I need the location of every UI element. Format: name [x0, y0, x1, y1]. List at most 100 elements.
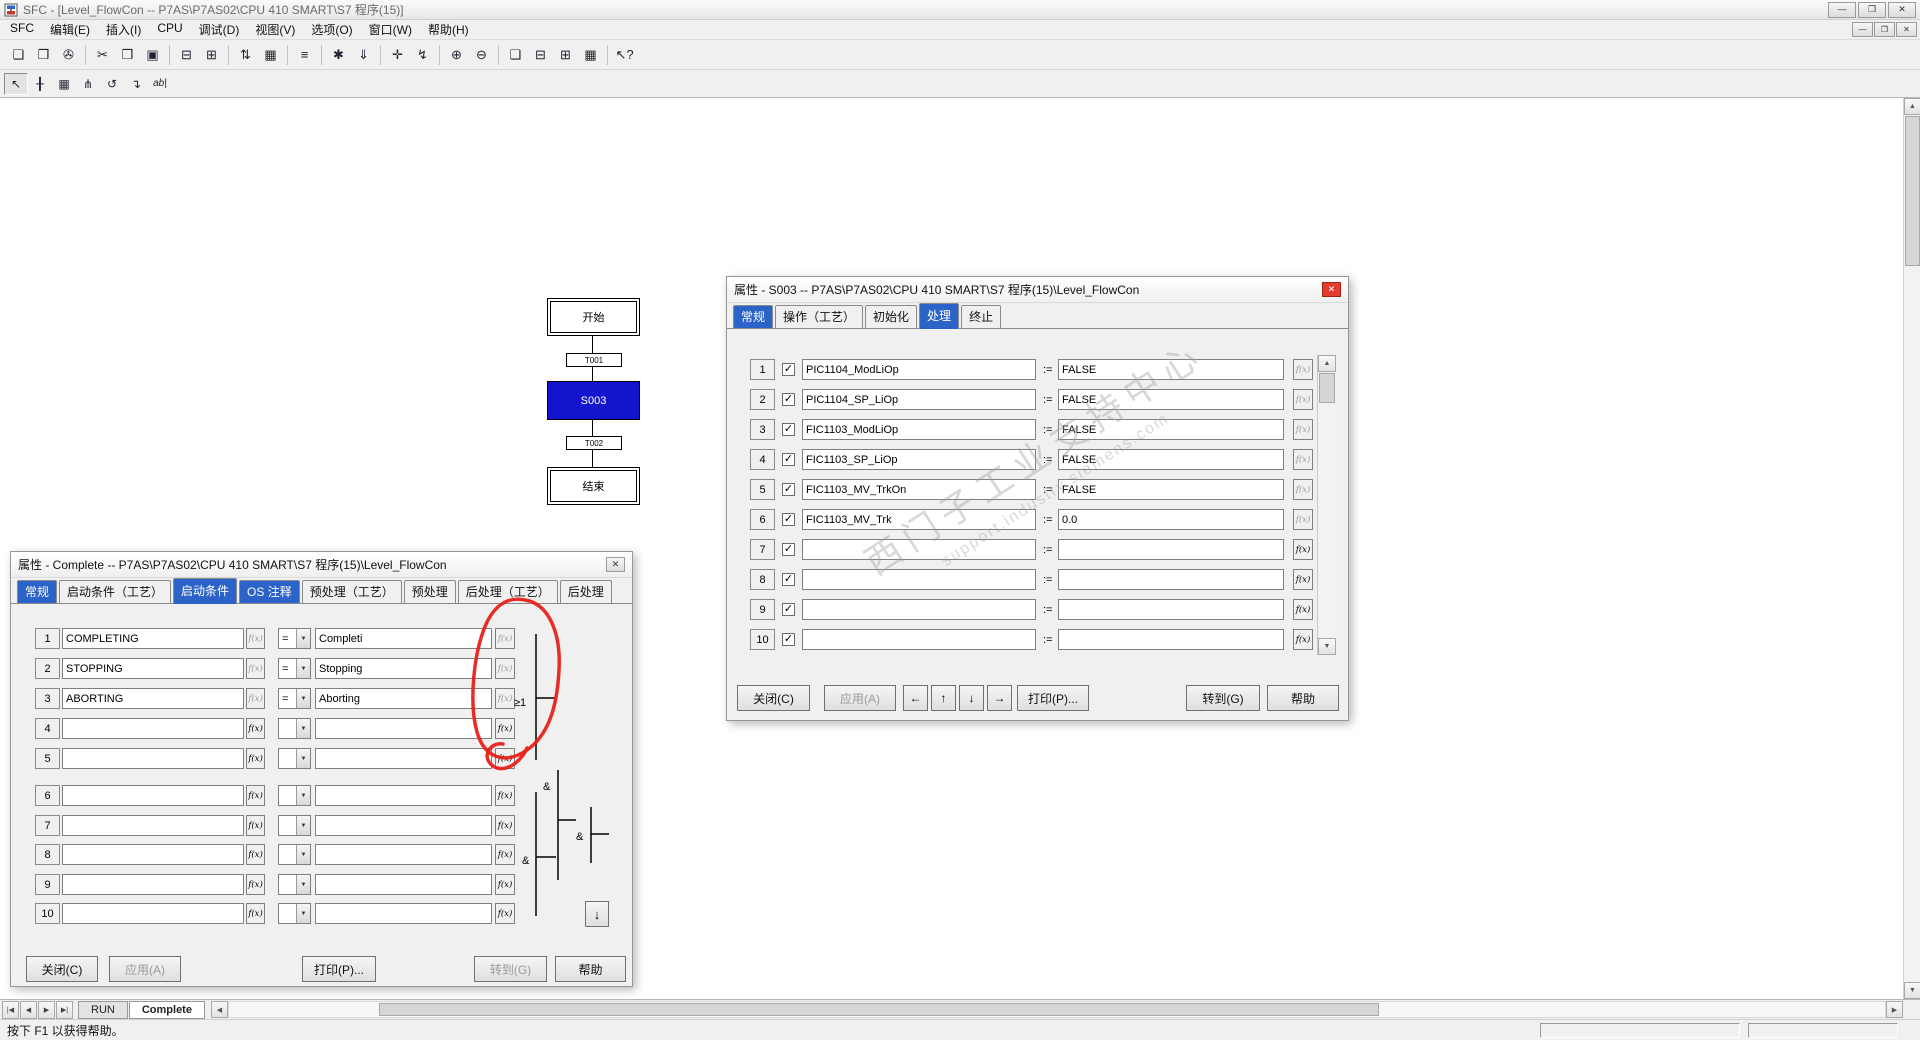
operator-combo[interactable]: ▼ — [278, 815, 311, 836]
close-icon[interactable]: ✕ — [1322, 282, 1341, 297]
condition-right-operand-input[interactable] — [315, 718, 492, 739]
operator-combo[interactable]: ▼ — [278, 718, 311, 739]
statement-value-input[interactable] — [1058, 419, 1284, 440]
row-checkbox[interactable]: ✓ — [782, 423, 795, 436]
condition-fx-button[interactable]: f(x) — [495, 874, 515, 895]
insert-alternative-branch-icon[interactable]: ⋔ — [76, 73, 100, 95]
menu-item[interactable]: 调试(D) — [191, 19, 248, 40]
condition-left-operand-input[interactable] — [62, 844, 244, 865]
scroll-left-button[interactable]: ◀ — [210, 1001, 228, 1018]
mdi-close-button[interactable]: ✕ — [1896, 22, 1917, 37]
row-checkbox[interactable]: ✓ — [782, 453, 795, 466]
condition-right-operand-input[interactable] — [315, 688, 492, 709]
row-checkbox[interactable]: ✓ — [782, 603, 795, 616]
tab-启动条件（工艺）[interactable]: 启动条件（工艺） — [59, 580, 172, 603]
left-operand-fx-button[interactable]: f(x) — [246, 718, 265, 739]
statement-left-operand-input[interactable] — [802, 449, 1036, 470]
scroll-right-button[interactable]: ▶ — [1886, 1001, 1903, 1018]
condition-fx-button[interactable]: f(x) — [495, 785, 515, 806]
context-help-icon[interactable]: ↖? — [612, 43, 637, 67]
operator-combo[interactable]: = ▼ — [278, 658, 311, 679]
condition-fx-button[interactable]: f(x) — [495, 688, 515, 709]
condition-left-operand-input[interactable] — [62, 903, 244, 924]
left-operand-fx-button[interactable]: f(x) — [246, 658, 265, 679]
statement-left-operand-input[interactable] — [802, 359, 1036, 380]
apply-button[interactable]: 应用(A) — [824, 685, 896, 711]
tab-启动条件[interactable]: 启动条件 — [173, 578, 238, 604]
row-checkbox[interactable]: ✓ — [782, 393, 795, 406]
tab-预处理（工艺）[interactable]: 预处理（工艺） — [301, 580, 402, 603]
move-left-button[interactable]: ← — [903, 685, 928, 711]
condition-right-operand-input[interactable] — [315, 815, 492, 836]
condition-left-operand-input[interactable] — [62, 658, 244, 679]
chevron-down-icon[interactable]: ▼ — [296, 845, 310, 864]
minimize-button[interactable]: — — [1828, 1, 1856, 18]
chevron-down-icon[interactable]: ▼ — [296, 659, 310, 678]
horizontal-scrollbar[interactable]: ◀ ▶ — [210, 1001, 1903, 1019]
tab-常规[interactable]: 常规 — [17, 580, 58, 603]
statement-fx-button[interactable]: f(x) — [1293, 389, 1313, 410]
condition-right-operand-input[interactable] — [315, 658, 492, 679]
close-button[interactable]: ✕ — [1888, 1, 1916, 18]
run-sequence-icon[interactable]: ⇅ — [233, 43, 258, 67]
tab-操作（工艺）[interactable]: 操作（工艺） — [775, 305, 864, 328]
statement-fx-button[interactable]: f(x) — [1293, 599, 1313, 620]
mdi-minimize-button[interactable]: — — [1852, 22, 1873, 37]
operator-combo[interactable]: = ▼ — [278, 628, 311, 649]
dialog-titlebar[interactable]: 属性 - S003 -- P7AS\P7AS02\CPU 410 SMART\S… — [727, 277, 1348, 303]
statement-value-input[interactable] — [1058, 599, 1284, 620]
goto-button[interactable]: 转到(G) — [474, 956, 547, 982]
operator-combo[interactable]: ▼ — [278, 874, 311, 895]
statement-left-operand-input[interactable] — [802, 539, 1036, 560]
select-tool-icon[interactable]: ↖ — [4, 72, 28, 95]
sfc-start-step[interactable]: 开始 — [547, 298, 640, 336]
condition-right-operand-input[interactable] — [315, 874, 492, 895]
first-sheet-button[interactable]: |◀ — [2, 1000, 19, 1019]
statement-left-operand-input[interactable] — [802, 599, 1036, 620]
result-arrow-button[interactable]: ↓ — [585, 901, 609, 927]
cascade-windows-icon[interactable]: ❏ — [503, 43, 528, 67]
open-icon[interactable]: ❐ — [31, 43, 56, 67]
scroll-up-button[interactable]: ▲ — [1318, 355, 1336, 372]
tile-horizontal-icon[interactable]: ⊟ — [528, 43, 553, 67]
print-button[interactable]: 打印(P)... — [302, 956, 376, 982]
statement-value-input[interactable] — [1058, 629, 1284, 650]
menu-item[interactable]: 视图(V) — [247, 19, 303, 40]
scroll-down-button[interactable]: ▼ — [1318, 638, 1336, 655]
statement-left-operand-input[interactable] — [802, 389, 1036, 410]
statement-value-input[interactable] — [1058, 479, 1284, 500]
statement-fx-button[interactable]: f(x) — [1293, 569, 1313, 590]
row-checkbox[interactable]: ✓ — [782, 483, 795, 496]
chevron-down-icon[interactable]: ▼ — [296, 875, 310, 894]
chevron-down-icon[interactable]: ▼ — [296, 689, 310, 708]
tab-常规[interactable]: 常规 — [733, 305, 774, 328]
tab-后处理[interactable]: 后处理 — [559, 580, 612, 603]
row-checkbox[interactable]: ✓ — [782, 573, 795, 586]
sfc-step-s003-selected[interactable]: S003 — [547, 381, 640, 420]
tab-OS 注释[interactable]: OS 注释 — [239, 580, 300, 603]
close-dialog-button[interactable]: 关闭(C) — [737, 685, 810, 711]
row-checkbox[interactable]: ✓ — [782, 543, 795, 556]
tab-处理[interactable]: 处理 — [919, 303, 960, 329]
operator-combo[interactable]: ▼ — [278, 844, 311, 865]
crosshair-icon[interactable]: ✛ — [385, 43, 410, 67]
mdi-restore-button[interactable]: ❐ — [1874, 22, 1895, 37]
statement-value-input[interactable] — [1058, 539, 1284, 560]
sfc-transition-2[interactable]: T002 — [566, 436, 622, 450]
insert-step-transition-icon[interactable]: ╂ — [28, 73, 52, 95]
operator-combo[interactable]: = ▼ — [278, 688, 311, 709]
scrollbar-thumb[interactable] — [378, 1003, 1379, 1016]
operator-combo[interactable]: ▼ — [278, 785, 311, 806]
canvas-vertical-scrollbar[interactable]: ▲ ▼ — [1903, 98, 1920, 999]
statement-value-input[interactable] — [1058, 569, 1284, 590]
statement-value-input[interactable] — [1058, 389, 1284, 410]
condition-left-operand-input[interactable] — [62, 628, 244, 649]
statement-left-operand-input[interactable] — [802, 509, 1036, 530]
sheet-view-icon[interactable]: ⊟ — [174, 43, 199, 67]
compile-icon[interactable]: ✱ — [326, 43, 351, 67]
condition-fx-button[interactable]: f(x) — [495, 748, 515, 769]
sfc-transition-1[interactable]: T001 — [566, 353, 622, 367]
statement-fx-button[interactable]: f(x) — [1293, 359, 1313, 380]
new-icon[interactable]: ❏ — [6, 43, 31, 67]
close-icon[interactable]: ✕ — [606, 557, 625, 572]
